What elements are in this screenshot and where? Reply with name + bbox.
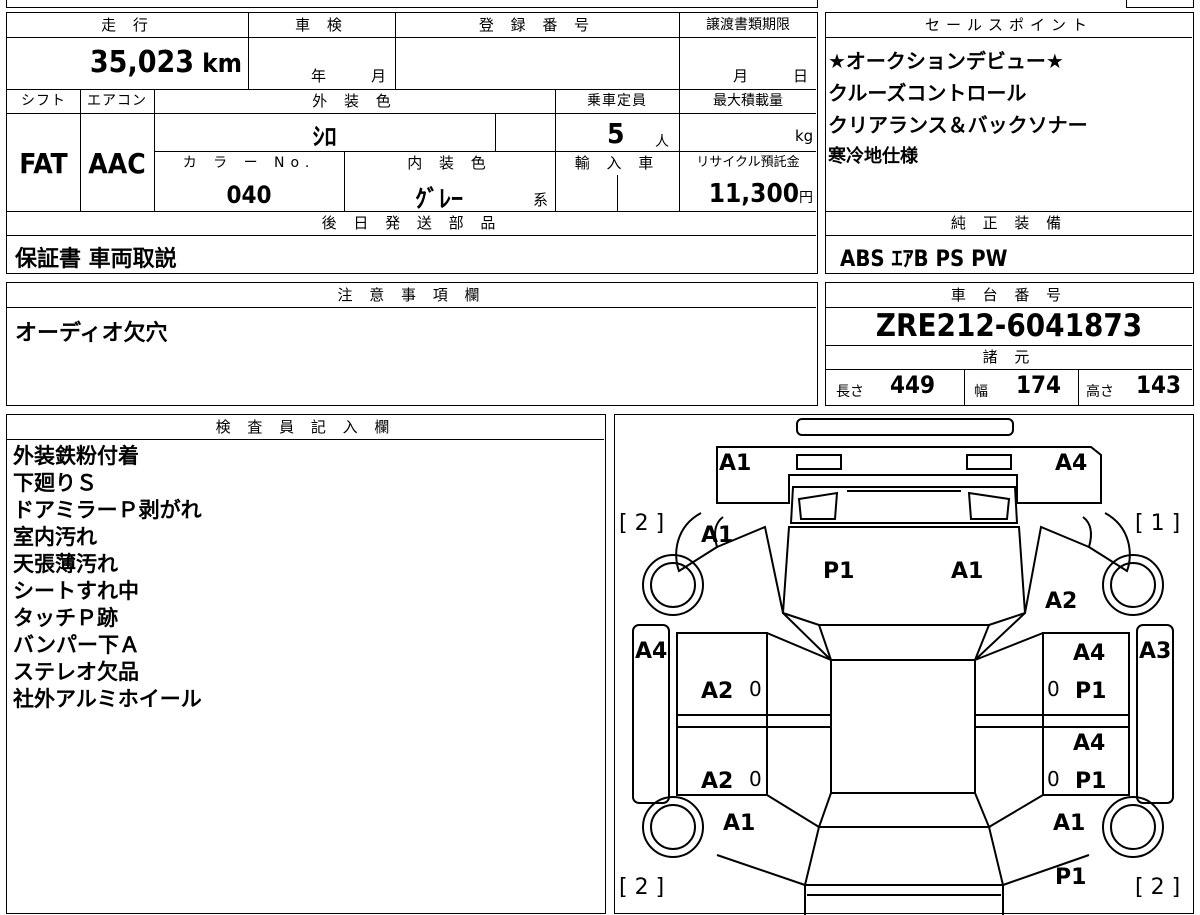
interior-color-suffix: 系 — [533, 191, 549, 209]
transfer-deadline-label: 譲渡書類期限 — [706, 17, 790, 33]
damage-door-rear-left: A2 — [701, 769, 734, 794]
equipment-label: 純 正 装 備 — [950, 214, 1068, 232]
exterior-color-label: 外 装 色 — [312, 92, 397, 110]
top-stub-row-right — [1126, 0, 1194, 8]
inspector-note: ドアミラーＰ剥がれ — [13, 498, 202, 522]
color-no-label: カ ラ ー No. — [182, 155, 316, 171]
shift-value: FAT — [19, 147, 68, 180]
damage-door-front-left: A2 — [701, 679, 734, 704]
import-label: 輸 入 車 — [574, 154, 660, 172]
recycle-label: リサイクル預託金 — [696, 155, 800, 170]
sales-point-box: セールスポイント ★オークションデビュー★ クルーズコントロール クリアランス＆… — [825, 12, 1194, 274]
damage-fender-left: A1 — [701, 523, 734, 548]
inspector-note: 外装鉄粉付着 — [13, 444, 139, 468]
sales-point-item: クルーズコントロール — [828, 81, 1027, 105]
transfer-month-label: 月 — [733, 67, 749, 85]
transfer-day-label: 日 — [793, 67, 809, 85]
damage-door-front-right-top: A4 — [1073, 641, 1106, 666]
damage-rear-left: A1 — [723, 811, 756, 836]
damage-hood-right: A1 — [951, 559, 984, 584]
width-value: 174 — [1016, 371, 1062, 399]
bracket-bottom-left: [ 2 ] — [619, 875, 665, 900]
registration-label: 登 録 番 号 — [478, 16, 596, 34]
interior-color-label: 内 装 色 — [407, 154, 492, 172]
equipment-value: ABS ｴｱB PS PW — [840, 247, 1008, 272]
specs-label: 諸 元 — [982, 348, 1036, 366]
damage-door-rear-right-top: A4 — [1073, 731, 1106, 756]
damage-side-right: A3 — [1139, 639, 1172, 664]
inspector-note: バンパー下Ａ — [13, 633, 141, 657]
damage-rear-right: A1 — [1053, 811, 1086, 836]
sales-point-item: 寒冷地仕様 — [828, 146, 918, 167]
damage-door-rear-right-bottom: P1 — [1075, 769, 1107, 794]
zero-mark: 0 — [1047, 677, 1060, 701]
interior-color-value: ｸﾞﾚｰ — [415, 185, 463, 213]
car-body-diagram — [632, 418, 1174, 915]
chassis-box: 車 台 番 号 ZRE212-6041873 諸 元 長さ 449 幅 174 … — [825, 282, 1194, 406]
damage-hood-left: P1 — [823, 559, 855, 584]
bracket-bottom-right: [ 2 ] — [1135, 875, 1181, 900]
later-parts-value: 保証書 車両取説 — [15, 247, 177, 272]
bracket-top-left: [ 2 ] — [619, 511, 665, 536]
inspection-label: 車 検 — [295, 16, 348, 34]
length-label: 長さ — [836, 384, 864, 400]
notes-box: 注 意 事 項 欄 オーディオ欠穴 — [6, 282, 818, 406]
car-diagram-box: A1 A4 [ 2 ] [ 1 ] A1 P1 A1 A2 A4 A4 A3 A… — [614, 414, 1194, 915]
sales-point-label: セールスポイント — [924, 16, 1093, 34]
inspector-note: シートすれ中 — [13, 579, 139, 603]
sales-point-item: ★オークションデビュー★ — [828, 49, 1064, 73]
damage-fender-right: A2 — [1045, 589, 1078, 614]
chassis-label: 車 台 番 号 — [950, 286, 1068, 304]
inspector-note: 室内汚れ — [13, 525, 97, 549]
height-label: 高さ — [1086, 384, 1114, 400]
damage-rear-bottom-right: P1 — [1055, 865, 1087, 890]
mileage-value: 35,023 km — [89, 45, 242, 80]
mileage-label: 走 行 — [101, 16, 154, 34]
ac-label: エアコン — [87, 93, 147, 109]
height-value: 143 — [1136, 371, 1182, 399]
max-load-unit: kg — [795, 127, 814, 145]
inspection-year-label: 年 — [311, 67, 327, 85]
shift-label: シフト — [21, 93, 66, 109]
damage-side-left: A4 — [635, 639, 668, 664]
damage-door-front-right-bottom: P1 — [1075, 679, 1107, 704]
notes-label: 注 意 事 項 欄 — [337, 286, 486, 304]
bracket-top-right: [ 1 ] — [1135, 511, 1181, 536]
inspector-box: 検 査 員 記 入 欄 外装鉄粉付着 下廻りＳ ドアミラーＰ剥がれ 室内汚れ 天… — [6, 414, 606, 914]
inspector-note: 天張薄汚れ — [13, 552, 118, 576]
inspector-note: 社外アルミホイール — [13, 687, 202, 711]
inspector-notes: 外装鉄粉付着 下廻りＳ ドアミラーＰ剥がれ 室内汚れ 天張薄汚れ シートすれ中 … — [13, 443, 202, 713]
damage-front-right: A4 — [1055, 451, 1088, 476]
color-no-value: 040 — [226, 181, 272, 209]
width-label: 幅 — [974, 384, 988, 400]
zero-mark: 0 — [749, 677, 762, 701]
top-stub-row — [6, 0, 818, 8]
zero-mark: 0 — [1047, 767, 1060, 791]
max-load-label: 最大積載量 — [713, 93, 783, 109]
zero-mark: 0 — [749, 767, 762, 791]
inspector-note: 下廻りＳ — [13, 471, 97, 495]
capacity-unit: 人 — [655, 134, 669, 150]
inspector-label: 検 査 員 記 入 欄 — [215, 418, 396, 436]
capacity-label: 乗車定員 — [587, 93, 647, 109]
exterior-color-value: ｼﾛ — [312, 123, 337, 151]
sales-point-item: クリアランス＆バックソナー — [828, 113, 1088, 137]
chassis-number: ZRE212-6041873 — [875, 308, 1143, 344]
sales-point-list: ★オークションデビュー★ クルーズコントロール クリアランス＆バックソナー 寒冷… — [828, 45, 1088, 173]
inspector-note: タッチＰ跡 — [13, 606, 118, 630]
notes-value: オーディオ欠穴 — [15, 321, 168, 346]
ac-value: AAC — [88, 147, 146, 180]
inspection-month-label: 月 — [371, 67, 387, 85]
later-parts-label: 後 日 発 送 部 品 — [321, 214, 502, 232]
damage-front-left: A1 — [719, 451, 752, 476]
vehicle-info-box: 走 行 車 検 登 録 番 号 譲渡書類期限 35,023 km 年 月 月 日 … — [6, 12, 818, 274]
inspector-note: ステレオ欠品 — [13, 660, 139, 684]
capacity-value: 5 — [607, 117, 625, 150]
length-value: 449 — [890, 371, 936, 399]
recycle-value: 11,300円 — [708, 179, 813, 209]
